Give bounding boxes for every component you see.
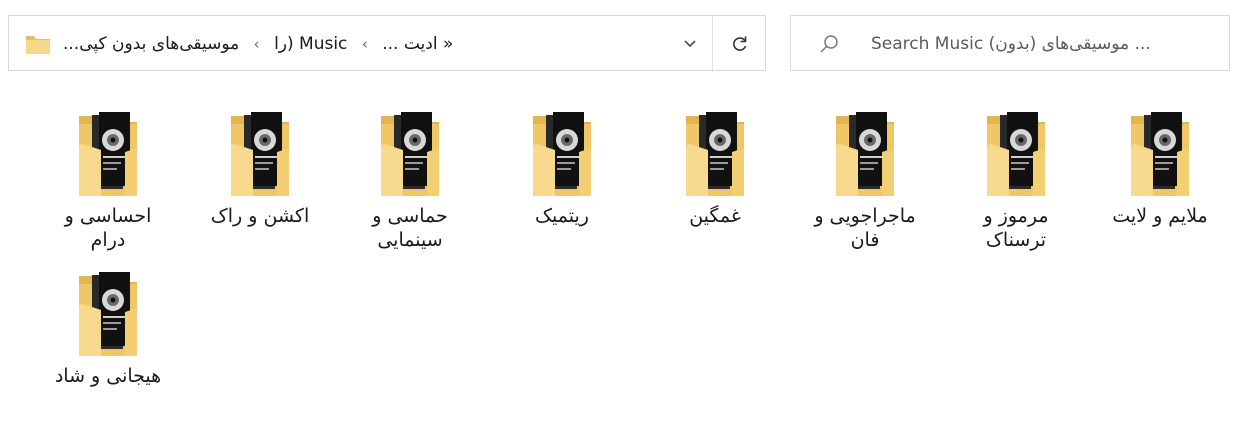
search-input[interactable]: Search Music (بدون) موسیقی‌های ... bbox=[871, 16, 1151, 72]
address-history-dropdown[interactable] bbox=[667, 16, 713, 72]
folder-item[interactable]: حماسی و سینمایی bbox=[350, 106, 470, 252]
folder-item[interactable]: احساسی و درام bbox=[48, 106, 168, 252]
folder-label: حماسی و سینمایی bbox=[372, 205, 448, 251]
folder-label: غمگین bbox=[689, 205, 741, 227]
folder-icon bbox=[533, 112, 591, 196]
breadcrumb-item[interactable]: Music (را bbox=[274, 34, 347, 54]
folder-label: احساسی و درام bbox=[64, 205, 152, 251]
search-icon bbox=[820, 35, 838, 53]
folder-item[interactable]: غمگین bbox=[655, 106, 775, 228]
folder-label: هیجانی و شاد bbox=[54, 365, 162, 387]
folder-label: ملایم و لایت bbox=[1112, 205, 1208, 227]
folder-item[interactable]: ریتمیک bbox=[502, 106, 622, 228]
folder-label: مرموز و ترسناک bbox=[983, 205, 1049, 251]
address-bar[interactable]: « ادیت ... › Music (را › موسیقی‌های بدون… bbox=[8, 15, 766, 72]
overflow-chevron[interactable]: « bbox=[443, 34, 453, 54]
breadcrumb: « ادیت ... › Music (را › موسیقی‌های بدون… bbox=[63, 16, 453, 72]
folder-icon bbox=[686, 112, 744, 196]
folder-icon bbox=[1131, 112, 1189, 196]
breadcrumb-item[interactable]: موسیقی‌های بدون کپی... bbox=[63, 34, 239, 54]
breadcrumb-item[interactable]: ادیت ... bbox=[382, 34, 437, 54]
folder-label: اکشن و راک bbox=[210, 205, 310, 227]
breadcrumb-separator-icon[interactable]: › bbox=[362, 35, 368, 53]
folder-item[interactable]: مرموز و ترسناک bbox=[956, 106, 1076, 252]
folder-icon bbox=[79, 112, 137, 196]
folder-icon bbox=[381, 112, 439, 196]
search-box[interactable]: Search Music (بدون) موسیقی‌های ... bbox=[790, 15, 1230, 71]
folder-icon bbox=[79, 272, 137, 356]
folder-item[interactable]: ملایم و لایت bbox=[1100, 106, 1220, 228]
folder-icon bbox=[231, 112, 289, 196]
refresh-icon bbox=[732, 36, 746, 51]
folder-label: ریتمیک bbox=[535, 205, 589, 227]
folder-icon bbox=[987, 112, 1045, 196]
folder-icon bbox=[26, 36, 50, 54]
chevron-down-icon bbox=[684, 40, 696, 48]
folder-label: ماجراجویی و فان bbox=[814, 205, 916, 251]
breadcrumb-separator-icon[interactable]: › bbox=[254, 35, 260, 53]
folder-item[interactable]: اکشن و راک bbox=[200, 106, 320, 228]
folder-item[interactable]: هیجانی و شاد bbox=[48, 266, 168, 388]
folder-icon bbox=[836, 112, 894, 196]
folder-item[interactable]: ماجراجویی و فان bbox=[805, 106, 925, 252]
refresh-button[interactable] bbox=[713, 16, 766, 72]
